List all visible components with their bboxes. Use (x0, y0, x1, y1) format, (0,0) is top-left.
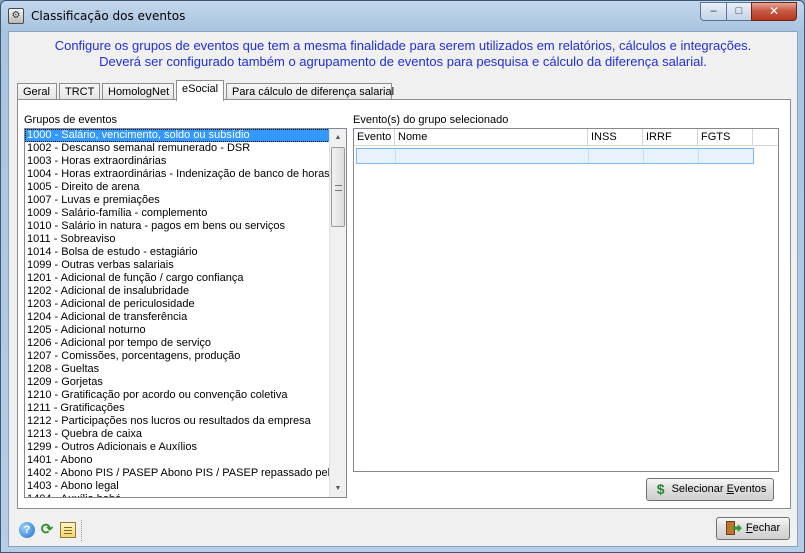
events-label: Evento(s) do grupo selecionado (353, 114, 509, 126)
list-item[interactable]: 1207 - Comissões, porcentagens, produção (25, 350, 330, 363)
app-icon[interactable]: ⚙ (8, 8, 24, 24)
list-item[interactable]: 1002 - Descanso semanal remunerado - DSR (25, 142, 330, 155)
refresh-icon[interactable]: ⟳ (39, 522, 55, 538)
list-item[interactable]: 1402 - Abono PIS / PASEP Abono PIS / PAS… (25, 467, 330, 480)
tab-panel-esocial: Grupos de eventos 1000 - Salário, vencim… (17, 99, 791, 509)
list-item[interactable]: 1201 - Adicional de função / cargo confi… (25, 272, 330, 285)
help-icon[interactable]: ? (19, 522, 35, 538)
note-icon[interactable] (60, 522, 76, 538)
list-item[interactable]: 1403 - Abono legal (25, 480, 330, 493)
close-window-button[interactable]: ✕ (751, 2, 797, 21)
instructions-line-1: Configure os grupos de eventos que tem a… (54, 38, 752, 53)
events-grid[interactable]: Evento Nome INSS IRRF FGTS (353, 128, 779, 472)
list-item[interactable]: 1401 - Abono (25, 454, 330, 467)
list-item[interactable]: 1213 - Quebra de caixa (25, 428, 330, 441)
groups-listbox[interactable]: 1000 - Salário, vencimento, soldo ou sub… (24, 128, 347, 498)
grid-cell[interactable] (357, 149, 396, 163)
list-item[interactable]: 1206 - Adicional por tempo de serviço (25, 337, 330, 350)
groups-list-items: 1000 - Salário, vencimento, soldo ou sub… (25, 129, 330, 497)
toolbar-separator (81, 520, 83, 541)
grid-cell[interactable] (589, 149, 644, 163)
close-button-label: Fechar (745, 522, 781, 534)
grid-cell[interactable] (699, 149, 754, 163)
list-item[interactable]: 1210 - Gratificação por acordo ou conven… (25, 389, 330, 402)
scroll-down-arrow-icon[interactable]: ▼ (330, 480, 346, 497)
scroll-up-arrow-icon[interactable]: ▲ (330, 129, 346, 146)
scroll-thumb[interactable] (331, 147, 345, 227)
list-item[interactable]: 1000 - Salário, vencimento, soldo ou sub… (25, 129, 330, 142)
list-item[interactable]: 1404 - Auxílio babá (25, 493, 330, 497)
list-item[interactable]: 1007 - Luvas e premiações (25, 194, 330, 207)
col-header-evento[interactable]: Evento (354, 129, 395, 146)
list-item[interactable]: 1010 - Salário in natura - pagos em bens… (25, 220, 330, 233)
select-events-label: Selecionar Eventos (671, 483, 767, 495)
list-item[interactable]: 1208 - Gueltas (25, 363, 330, 376)
list-item[interactable]: 1099 - Outras verbas salariais (25, 259, 330, 272)
title-bar[interactable]: ⚙ Classificação dos eventos – □ ✕ (1, 1, 804, 31)
grid-cell[interactable] (396, 149, 589, 163)
list-item[interactable]: 1009 - Salário-família - complemento (25, 207, 330, 220)
events-grid-header: Evento Nome INSS IRRF FGTS (354, 129, 778, 146)
list-item[interactable]: 1205 - Adicional noturno (25, 324, 330, 337)
dollar-icon: $ (656, 481, 665, 498)
col-header-fgts[interactable]: FGTS (698, 129, 753, 146)
list-item[interactable]: 1212 - Participações nos lucros ou resul… (25, 415, 330, 428)
list-item[interactable]: 1204 - Adicional de transferência (25, 311, 330, 324)
list-item[interactable]: 1202 - Adicional de insalubridade (25, 285, 330, 298)
grid-cell[interactable] (644, 149, 699, 163)
groups-scrollbar[interactable]: ▲ ▼ (329, 129, 346, 497)
list-item[interactable]: 1004 - Horas extraordinárias - Indenizaç… (25, 168, 330, 181)
list-item[interactable]: 1299 - Outros Adicionais e Auxílios (25, 441, 330, 454)
select-events-button[interactable]: $ Selecionar Eventos (646, 478, 774, 501)
list-item[interactable]: 1011 - Sobreaviso (25, 233, 330, 246)
col-header-inss[interactable]: INSS (588, 129, 643, 146)
tab-esocial[interactable]: eSocial (176, 80, 224, 101)
client-area: Configure os grupos de eventos que tem a… (8, 31, 798, 547)
instructions: Configure os grupos de eventos que tem a… (9, 38, 797, 70)
main-window: ⚙ Classificação dos eventos – □ ✕ Config… (0, 0, 805, 553)
maximize-button[interactable]: □ (726, 2, 752, 21)
window-title: Classificação dos eventos (31, 9, 186, 23)
list-item[interactable]: 1003 - Horas extraordinárias (25, 155, 330, 168)
list-item[interactable]: 1005 - Direito de arena (25, 181, 330, 194)
close-button[interactable]: Fechar (716, 517, 790, 540)
col-header-nome[interactable]: Nome (395, 129, 588, 146)
events-grid-new-row[interactable] (356, 148, 754, 164)
list-item[interactable]: 1014 - Bolsa de estudo - estagiário (25, 246, 330, 259)
grip-icon (335, 185, 342, 191)
minimize-button[interactable]: – (700, 2, 727, 21)
list-item[interactable]: 1203 - Adicional de periculosidade (25, 298, 330, 311)
exit-door-icon (725, 520, 742, 536)
instructions-line-2: Deverá ser configurado também o agrupame… (99, 54, 707, 69)
groups-label: Grupos de eventos (24, 114, 117, 126)
list-item[interactable]: 1209 - Gorjetas (25, 376, 330, 389)
col-header-irrf[interactable]: IRRF (643, 129, 698, 146)
list-item[interactable]: 1211 - Gratificações (25, 402, 330, 415)
